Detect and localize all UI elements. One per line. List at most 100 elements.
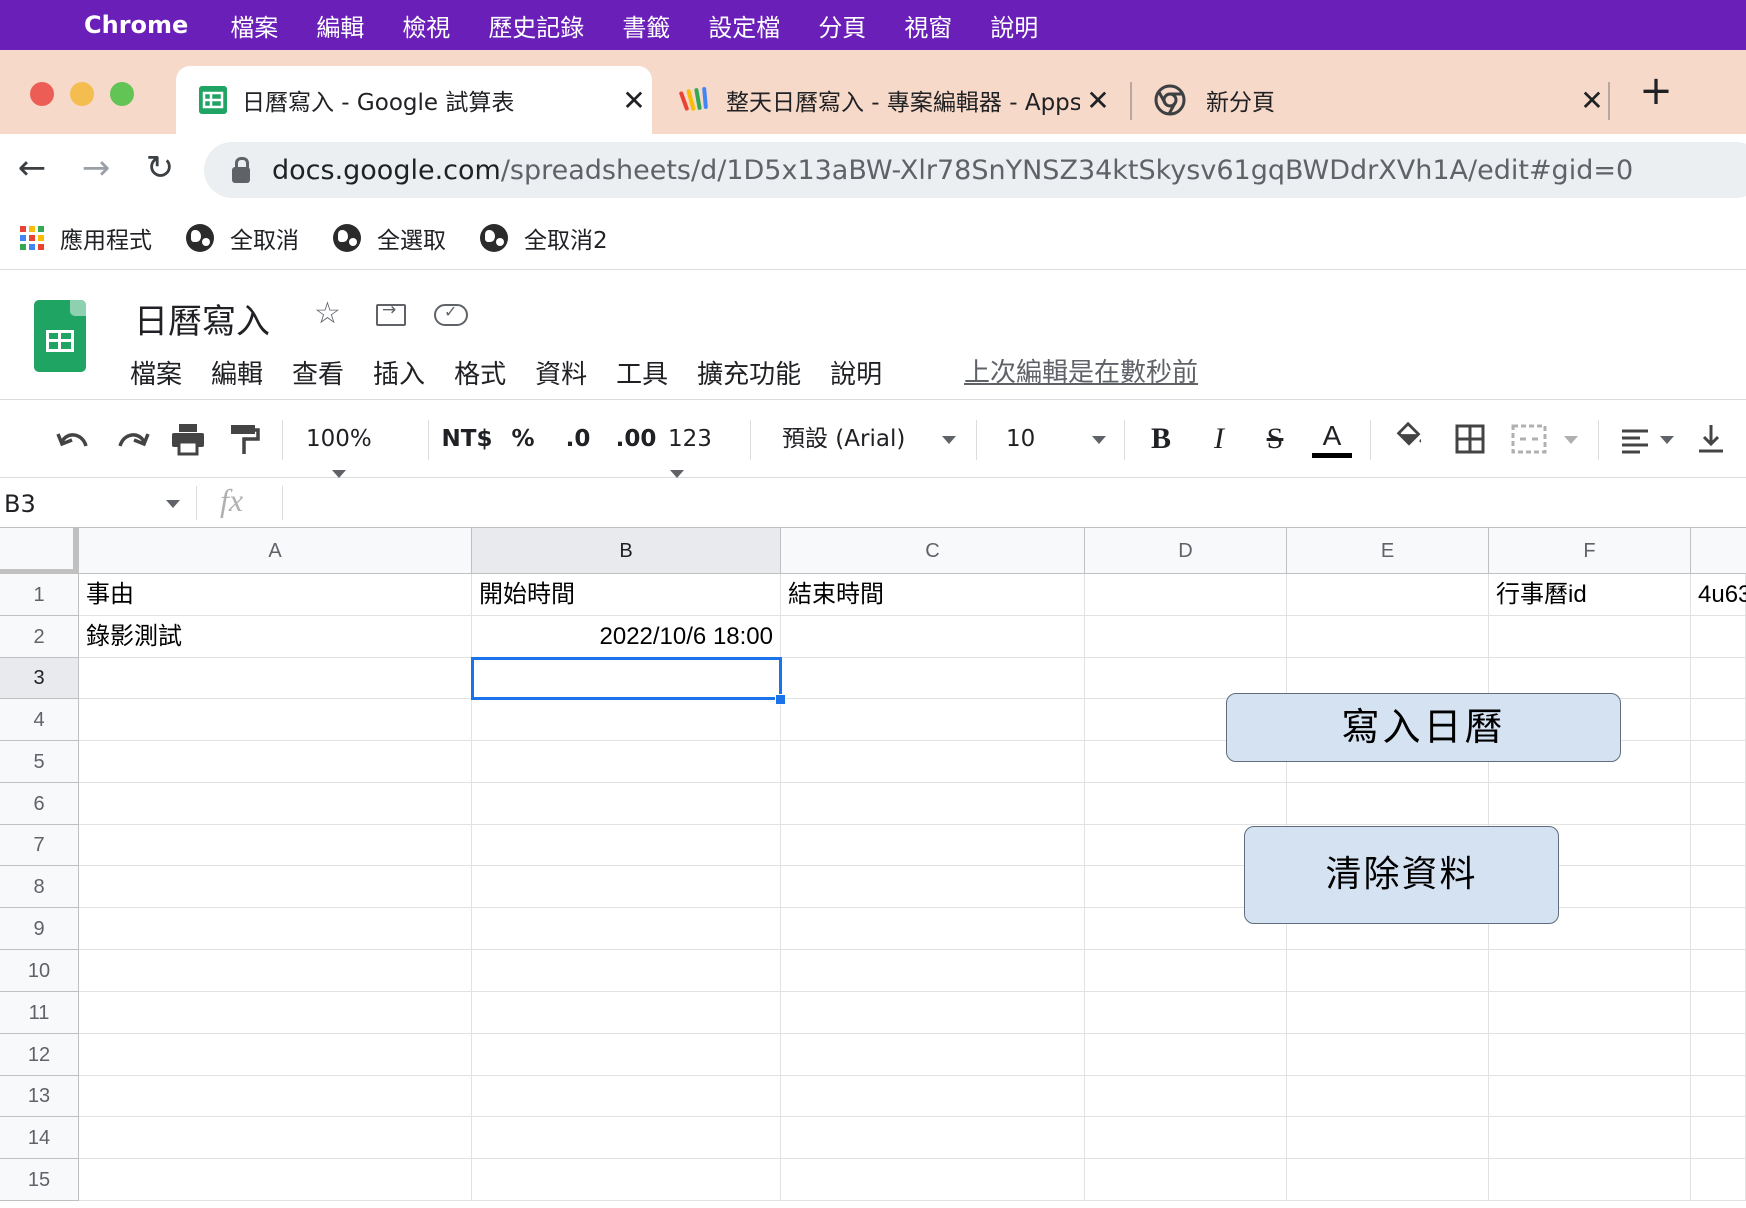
star-icon[interactable]: ☆ xyxy=(314,296,341,331)
cell-c1[interactable]: 結束時間 xyxy=(781,574,1085,616)
grid-cell[interactable] xyxy=(472,950,781,992)
cloud-saved-icon[interactable] xyxy=(434,302,468,326)
row-header-5[interactable]: 5 xyxy=(0,741,79,783)
font-size-select[interactable]: 10 xyxy=(1006,422,1106,456)
clear-data-button[interactable]: 清除資料 xyxy=(1244,826,1559,924)
grid-cell[interactable] xyxy=(1691,908,1746,950)
grid-cell[interactable] xyxy=(1085,950,1287,992)
row-header-6[interactable]: 6 xyxy=(0,783,79,825)
grid-cell[interactable] xyxy=(1691,1159,1746,1201)
print-icon[interactable] xyxy=(170,422,206,456)
decrease-decimal-button[interactable]: .0 xyxy=(558,422,598,456)
grid-cell[interactable] xyxy=(1085,783,1287,825)
row-header-11[interactable]: 11 xyxy=(0,992,79,1034)
grid-cell[interactable] xyxy=(1489,1076,1691,1117)
mac-menu-help[interactable]: 說明 xyxy=(990,8,1038,43)
merge-cells-icon[interactable] xyxy=(1510,422,1548,456)
row-header-13[interactable]: 13 xyxy=(0,1076,79,1117)
undo-icon[interactable] xyxy=(56,424,92,458)
horizontal-align-icon[interactable] xyxy=(1620,424,1650,458)
italic-button[interactable]: I xyxy=(1204,422,1234,456)
cell-a1[interactable]: 事由 xyxy=(79,574,472,616)
grid-cell[interactable] xyxy=(1085,1117,1287,1159)
grid-cell[interactable] xyxy=(79,699,472,741)
grid-cell[interactable] xyxy=(1489,1034,1691,1076)
grid-cell[interactable] xyxy=(1287,1117,1489,1159)
close-icon[interactable]: ✕ xyxy=(1080,84,1116,117)
grid-cell[interactable] xyxy=(472,658,781,699)
grid-cell[interactable] xyxy=(1287,992,1489,1034)
fill-color-icon[interactable] xyxy=(1392,420,1426,454)
row-header-1[interactable]: 1 xyxy=(0,574,79,616)
grid-cell[interactable] xyxy=(1489,992,1691,1034)
grid-cell[interactable] xyxy=(1085,992,1287,1034)
grid-cell[interactable] xyxy=(1489,783,1691,825)
row-header-7[interactable]: 7 xyxy=(0,825,79,866)
chevron-down-icon[interactable] xyxy=(1660,436,1674,444)
grid-cell[interactable] xyxy=(472,908,781,950)
grid-cell[interactable] xyxy=(781,699,1085,741)
grid-cell[interactable] xyxy=(781,1076,1085,1117)
window-minimize-button[interactable] xyxy=(70,82,94,106)
row-header-15[interactable]: 15 xyxy=(0,1159,79,1201)
move-folder-icon[interactable] xyxy=(376,300,406,326)
tab-sheets[interactable]: 日曆寫入 - Google 試算表 ✕ xyxy=(176,66,652,134)
mac-menu-edit[interactable]: 編輯 xyxy=(316,8,364,43)
document-title[interactable]: 日曆寫入 xyxy=(134,294,270,343)
increase-decimal-button[interactable]: .00 xyxy=(612,422,660,456)
grid-cell[interactable] xyxy=(781,1117,1085,1159)
cell-g1[interactable]: 4u63 xyxy=(1691,574,1746,616)
grid-cell[interactable] xyxy=(781,992,1085,1034)
grid-cell[interactable] xyxy=(472,699,781,741)
fill-handle[interactable] xyxy=(775,694,786,705)
grid-cell[interactable] xyxy=(781,616,1085,658)
grid-cell[interactable] xyxy=(79,741,472,783)
grid-cell[interactable] xyxy=(781,866,1085,908)
grid-cell[interactable] xyxy=(781,1034,1085,1076)
grid-cell[interactable] xyxy=(1287,1076,1489,1117)
vertical-align-icon[interactable] xyxy=(1696,422,1726,456)
borders-icon[interactable] xyxy=(1454,422,1486,456)
forward-arrow-icon[interactable]: → xyxy=(76,148,116,188)
grid-cell[interactable] xyxy=(472,1034,781,1076)
row-header-14[interactable]: 14 xyxy=(0,1117,79,1159)
redo-icon[interactable] xyxy=(114,424,150,458)
column-header-e[interactable]: E xyxy=(1287,528,1489,574)
grid-cell[interactable] xyxy=(1287,616,1489,658)
row-header-10[interactable]: 10 xyxy=(0,950,79,992)
column-header-c[interactable]: C xyxy=(781,528,1085,574)
grid-cell[interactable] xyxy=(79,825,472,866)
grid-cell[interactable] xyxy=(1489,950,1691,992)
grid-cell[interactable] xyxy=(1287,1159,1489,1201)
grid-cell[interactable] xyxy=(472,1159,781,1201)
grid-cell[interactable] xyxy=(1085,1159,1287,1201)
grid-cell[interactable] xyxy=(1691,1117,1746,1159)
bookmark-deselect-all-2[interactable]: 全取消2 xyxy=(480,221,608,255)
font-family-select[interactable]: 預設 (Arial) xyxy=(782,422,960,456)
grid-cell[interactable] xyxy=(781,783,1085,825)
new-tab-plus-icon[interactable]: + xyxy=(1636,68,1676,114)
grid-cell[interactable] xyxy=(1287,1034,1489,1076)
sheets-home-logo-icon[interactable] xyxy=(34,300,86,372)
grid-cell[interactable] xyxy=(472,992,781,1034)
mac-menu-view[interactable]: 檢視 xyxy=(402,8,450,43)
grid-cell[interactable] xyxy=(1691,950,1746,992)
grid-cell[interactable] xyxy=(79,908,472,950)
grid-cell[interactable] xyxy=(1085,1034,1287,1076)
menu-edit[interactable]: 編輯 xyxy=(211,354,263,391)
mac-menu-window[interactable]: 視窗 xyxy=(904,8,952,43)
grid-cell[interactable] xyxy=(1691,1076,1746,1117)
grid-cell[interactable] xyxy=(1085,574,1287,616)
last-edit-link[interactable]: 上次編輯是在數秒前 xyxy=(964,352,1198,389)
grid-cell[interactable] xyxy=(781,658,1085,699)
grid-cell[interactable] xyxy=(79,1076,472,1117)
grid-cell[interactable] xyxy=(1085,616,1287,658)
grid-cell[interactable] xyxy=(1691,741,1746,783)
cell-b2[interactable]: 2022/10/6 18:00 xyxy=(472,616,781,658)
lock-icon[interactable] xyxy=(232,157,250,183)
menu-format[interactable]: 格式 xyxy=(454,354,506,391)
formula-input[interactable] xyxy=(296,488,1696,518)
url-omnibox[interactable]: docs.google.com /spreadsheets/d/1D5x13aB… xyxy=(204,142,1746,198)
row-header-8[interactable]: 8 xyxy=(0,866,79,908)
grid-cell[interactable] xyxy=(1287,950,1489,992)
